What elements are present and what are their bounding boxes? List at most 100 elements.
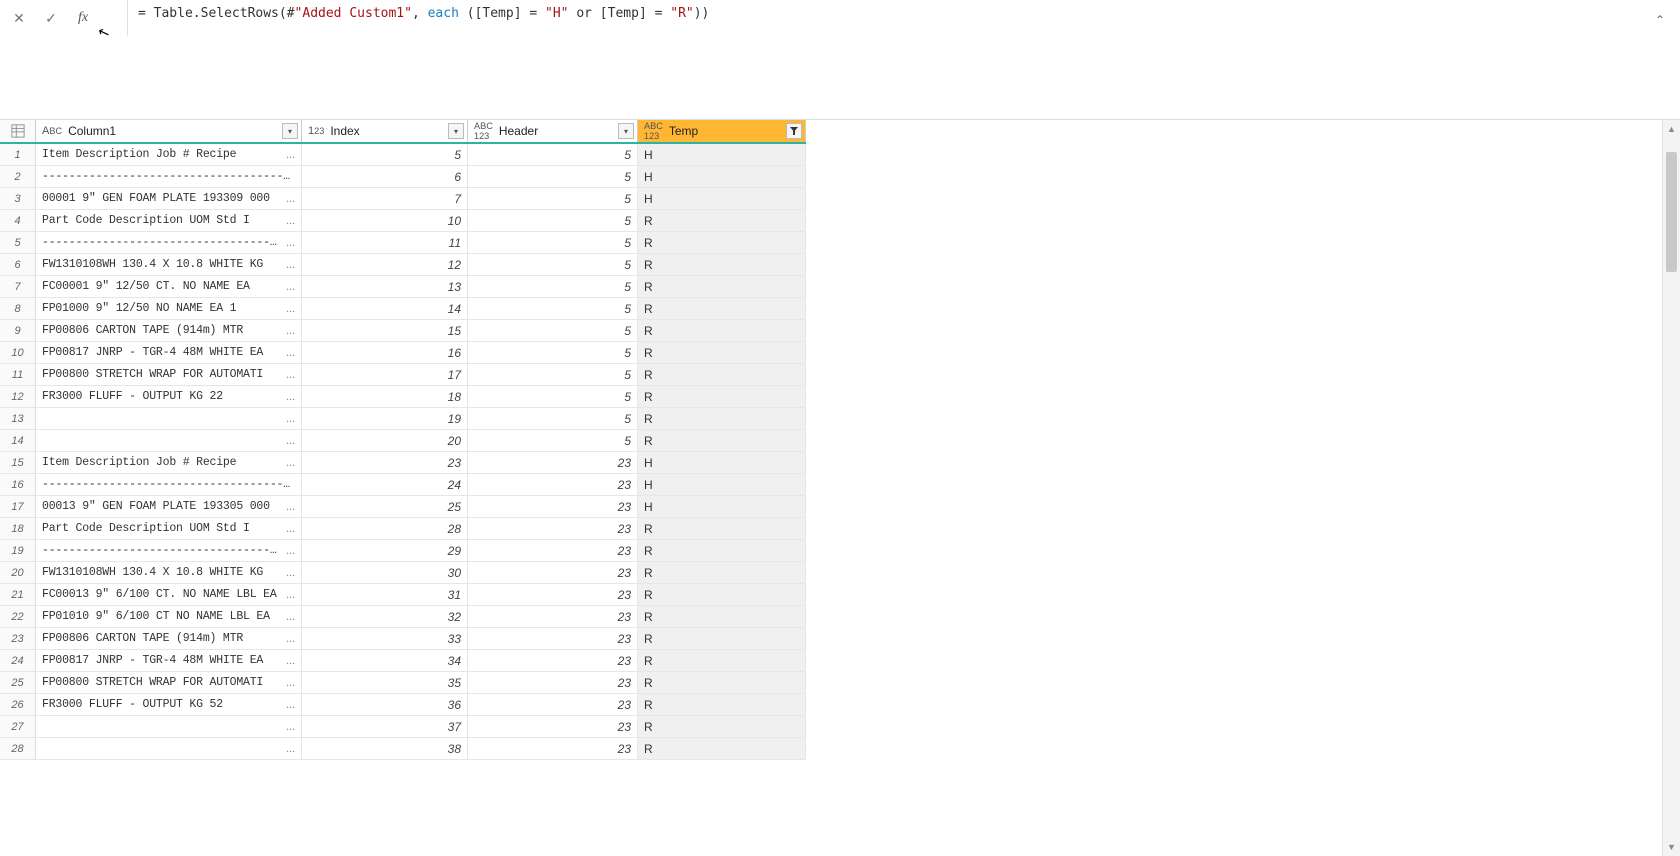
table-row[interactable]: 26 FR3000 FLUFF - OUTPUT KG 52...3623R: [0, 694, 806, 716]
cell-index[interactable]: 11: [302, 232, 468, 253]
cell-index[interactable]: 28: [302, 518, 468, 539]
table-row[interactable]: 24 FP00817 JNRP - TGR-4 48M WHITE EA ...…: [0, 650, 806, 672]
scroll-up-button[interactable]: ▲: [1663, 120, 1680, 138]
cell-temp[interactable]: R: [638, 518, 806, 539]
table-row[interactable]: 18 Part Code Description UOM Std I...282…: [0, 518, 806, 540]
table-row[interactable]: 23 FP00806 CARTON TAPE (914m) MTR ...332…: [0, 628, 806, 650]
cell-temp[interactable]: H: [638, 144, 806, 165]
cell-header[interactable]: 5: [468, 276, 638, 297]
cell-temp[interactable]: R: [638, 364, 806, 385]
table-row[interactable]: 16 -------------------------------------…: [0, 474, 806, 496]
table-row[interactable]: 20 FW1310108WH 130.4 X 10.8 WHITE KG ...…: [0, 562, 806, 584]
cell-temp[interactable]: R: [638, 562, 806, 583]
table-row[interactable]: 19 -------------------------------------…: [0, 540, 806, 562]
cell-header[interactable]: 5: [468, 298, 638, 319]
cell-column1[interactable]: FP00800 STRETCH WRAP FOR AUTOMATI ...: [36, 364, 302, 385]
cell-index[interactable]: 34: [302, 650, 468, 671]
cell-temp[interactable]: R: [638, 342, 806, 363]
cell-header[interactable]: 23: [468, 650, 638, 671]
scroll-down-button[interactable]: ▼: [1663, 838, 1680, 856]
cell-index[interactable]: 5: [302, 144, 468, 165]
cell-column1[interactable]: ----------------------------------------…: [36, 474, 302, 495]
cell-temp[interactable]: H: [638, 496, 806, 517]
cell-temp[interactable]: R: [638, 650, 806, 671]
cell-temp[interactable]: H: [638, 452, 806, 473]
cell-index[interactable]: 19: [302, 408, 468, 429]
cell-temp[interactable]: R: [638, 584, 806, 605]
table-row[interactable]: 12 FR3000 FLUFF - OUTPUT KG 22...185R: [0, 386, 806, 408]
cell-column1[interactable]: FR3000 FLUFF - OUTPUT KG 52...: [36, 694, 302, 715]
cell-index[interactable]: 6: [302, 166, 468, 187]
table-row[interactable]: 300001 9" GEN FOAM PLATE 193309 000...75…: [0, 188, 806, 210]
table-row[interactable]: 15Item Description Job # Recipe...2323H: [0, 452, 806, 474]
table-row[interactable]: 14...205R: [0, 430, 806, 452]
cell-index[interactable]: 37: [302, 716, 468, 737]
table-row[interactable]: 28...3823R: [0, 738, 806, 760]
cell-index[interactable]: 33: [302, 628, 468, 649]
cell-header[interactable]: 5: [468, 430, 638, 451]
cell-column1[interactable]: FP00806 CARTON TAPE (914m) MTR ...: [36, 628, 302, 649]
cell-column1[interactable]: FP01000 9" 12/50 NO NAME EA 1...: [36, 298, 302, 319]
cell-column1[interactable]: FP00817 JNRP - TGR-4 48M WHITE EA ...: [36, 650, 302, 671]
cell-column1[interactable]: Part Code Description UOM Std I...: [36, 518, 302, 539]
cell-column1[interactable]: Part Code Description UOM Std I...: [36, 210, 302, 231]
cell-header[interactable]: 23: [468, 540, 638, 561]
cell-index[interactable]: 7: [302, 188, 468, 209]
cell-header[interactable]: 5: [468, 210, 638, 231]
table-row[interactable]: 4 Part Code Description UOM Std I...105R: [0, 210, 806, 232]
cell-temp[interactable]: R: [638, 716, 806, 737]
filter-active-button[interactable]: [786, 123, 802, 139]
cell-header[interactable]: 5: [468, 166, 638, 187]
cell-header[interactable]: 23: [468, 716, 638, 737]
cell-column1[interactable]: ...: [36, 738, 302, 759]
cell-temp[interactable]: R: [638, 672, 806, 693]
filter-button[interactable]: ▾: [282, 123, 298, 139]
cell-column1[interactable]: ----------------------------------------…: [36, 232, 302, 253]
cell-index[interactable]: 10: [302, 210, 468, 231]
cell-temp[interactable]: R: [638, 606, 806, 627]
cell-header[interactable]: 23: [468, 628, 638, 649]
cell-index[interactable]: 29: [302, 540, 468, 561]
scroll-thumb[interactable]: [1666, 152, 1677, 272]
table-icon[interactable]: [0, 120, 36, 142]
cell-index[interactable]: 14: [302, 298, 468, 319]
table-row[interactable]: 2 --------------------------------------…: [0, 166, 806, 188]
cell-header[interactable]: 23: [468, 672, 638, 693]
cancel-button[interactable]: ✕: [8, 7, 30, 29]
cell-header[interactable]: 5: [468, 364, 638, 385]
cell-temp[interactable]: R: [638, 628, 806, 649]
cell-column1[interactable]: FC00001 9" 12/50 CT. NO NAME EA ...: [36, 276, 302, 297]
cell-header[interactable]: 23: [468, 694, 638, 715]
cell-temp[interactable]: R: [638, 540, 806, 561]
cell-column1[interactable]: Item Description Job # Recipe...: [36, 452, 302, 473]
cell-column1[interactable]: 00001 9" GEN FOAM PLATE 193309 000...: [36, 188, 302, 209]
cell-header[interactable]: 5: [468, 188, 638, 209]
column-header-index[interactable]: 123 Index ▾: [302, 120, 468, 142]
column-header-column1[interactable]: ABC Column1 ▾: [36, 120, 302, 142]
cell-header[interactable]: 23: [468, 584, 638, 605]
table-row[interactable]: 25 FP00800 STRETCH WRAP FOR AUTOMATI ...…: [0, 672, 806, 694]
table-row[interactable]: 9 FP00806 CARTON TAPE (914m) MTR ...155R: [0, 320, 806, 342]
cell-column1[interactable]: ...: [36, 716, 302, 737]
cell-index[interactable]: 36: [302, 694, 468, 715]
table-row[interactable]: 7 FC00001 9" 12/50 CT. NO NAME EA ...135…: [0, 276, 806, 298]
cell-index[interactable]: 35: [302, 672, 468, 693]
cell-column1[interactable]: ----------------------------------------…: [36, 540, 302, 561]
cell-index[interactable]: 23: [302, 452, 468, 473]
cell-column1[interactable]: FC00013 9" 6/100 CT. NO NAME LBL EA ...: [36, 584, 302, 605]
cell-index[interactable]: 31: [302, 584, 468, 605]
table-row[interactable]: 1Item Description Job # Recipe...55H: [0, 144, 806, 166]
table-row[interactable]: 27...3723R: [0, 716, 806, 738]
cell-index[interactable]: 13: [302, 276, 468, 297]
cell-column1[interactable]: FP01010 9" 6/100 CT NO NAME LBL EA ...: [36, 606, 302, 627]
table-row[interactable]: 5 --------------------------------------…: [0, 232, 806, 254]
cell-temp[interactable]: H: [638, 474, 806, 495]
cell-temp[interactable]: R: [638, 694, 806, 715]
cell-column1[interactable]: Item Description Job # Recipe...: [36, 144, 302, 165]
cell-header[interactable]: 5: [468, 386, 638, 407]
table-row[interactable]: 10 FP00817 JNRP - TGR-4 48M WHITE EA ...…: [0, 342, 806, 364]
cell-temp[interactable]: H: [638, 188, 806, 209]
cell-header[interactable]: 5: [468, 320, 638, 341]
cell-temp[interactable]: R: [638, 232, 806, 253]
cell-column1[interactable]: FW1310108WH 130.4 X 10.8 WHITE KG ...: [36, 562, 302, 583]
